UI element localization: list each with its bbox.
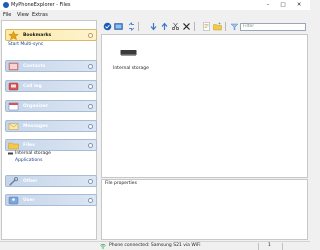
rename-icon[interactable] <box>202 22 211 31</box>
toolbar: Filter <box>100 20 308 33</box>
status-separator <box>258 243 259 250</box>
app-icon <box>3 2 9 8</box>
download-icon[interactable] <box>149 22 158 31</box>
sidebar-group-organizer[interactable]: Organizer <box>5 100 97 112</box>
phone-icon <box>8 82 19 91</box>
sidebar-group-bookmarks[interactable]: Bookmarks <box>5 29 97 41</box>
folder-icon <box>8 142 19 150</box>
sidebar-group-label: Files <box>23 143 35 148</box>
status-separator <box>282 243 283 250</box>
toolbar-separator <box>138 22 139 31</box>
sidebar-group-call-log[interactable]: Call log <box>5 80 97 92</box>
refresh-icon[interactable] <box>114 22 123 31</box>
toolbar-separator <box>225 22 226 31</box>
sidebar-group-label: User <box>23 198 35 203</box>
organizer-icon <box>8 102 19 111</box>
sidebar-group-label: Call log <box>23 84 42 89</box>
sidebar-group-label: Contacts <box>23 64 46 69</box>
toolbar-separator <box>194 22 195 31</box>
maximize-button[interactable]: □ <box>277 1 289 9</box>
delete-icon[interactable] <box>182 22 191 31</box>
collapse-icon[interactable] <box>88 33 93 38</box>
new-folder-icon[interactable] <box>213 22 222 31</box>
drive-icon <box>8 152 13 155</box>
menu-extras[interactable]: Extras <box>32 12 48 18</box>
expand-icon[interactable] <box>88 64 93 69</box>
view-mode-icon[interactable] <box>127 22 136 31</box>
sidebar-group-files[interactable]: Files <box>5 139 97 151</box>
expand-icon[interactable] <box>88 104 93 109</box>
user-icon <box>8 196 19 205</box>
expand-icon[interactable] <box>88 179 93 184</box>
close-button[interactable]: ✕ <box>293 1 305 9</box>
search-icon[interactable] <box>230 22 239 31</box>
sidebar-item-internal-storage[interactable]: Internal storage <box>15 151 51 156</box>
title-bar: MyPhoneExplorer - Files – □ ✕ <box>0 0 310 10</box>
sidebar-group-label: Organizer <box>23 104 48 109</box>
panel-title: File properties <box>105 181 137 186</box>
minimize-button[interactable]: – <box>262 1 274 9</box>
sidebar-group-user[interactable]: User <box>5 194 97 206</box>
sidebar-group-label: Messages <box>23 124 48 129</box>
collapse-icon[interactable] <box>88 143 93 148</box>
sidebar-group-other[interactable]: Other <box>5 175 97 187</box>
sidebar-item-applications[interactable]: Applications <box>15 158 43 163</box>
item-label-internal-storage[interactable]: Internal storage <box>113 66 149 71</box>
expand-icon[interactable] <box>88 198 93 203</box>
wrench-icon <box>9 177 19 186</box>
upload-icon[interactable] <box>160 22 169 31</box>
connection-status: Phone connected: Samsung S21 via WiFi <box>109 243 201 248</box>
sidebar-group-contacts[interactable]: Contacts <box>5 60 97 72</box>
wifi-icon <box>100 243 106 249</box>
status-bar: Phone connected: Samsung S21 via WiFi 1 <box>0 241 310 250</box>
file-properties-panel: File properties <box>101 179 308 240</box>
menu-bar: File View Extras <box>0 11 310 19</box>
filter-input[interactable]: Filter <box>240 23 306 31</box>
sidebar-group-messages[interactable]: Messages <box>5 120 97 132</box>
sidebar-group-label: Other <box>23 179 38 184</box>
cut-icon[interactable] <box>171 22 180 31</box>
connect-icon[interactable] <box>103 22 112 31</box>
star-icon <box>8 31 19 40</box>
menu-file[interactable]: File <box>3 12 11 18</box>
contacts-book-icon <box>8 62 19 71</box>
menu-view[interactable]: View <box>17 12 29 18</box>
item-count: 1 <box>268 243 271 248</box>
sidebar: Bookmarks Start Multi-sync Contacts Call… <box>1 20 97 240</box>
drive-icon[interactable] <box>120 49 137 57</box>
sidebar-group-label: Bookmarks <box>23 33 52 38</box>
expand-icon[interactable] <box>88 84 93 89</box>
expand-icon[interactable] <box>88 124 93 129</box>
envelope-icon <box>8 123 19 130</box>
file-browser-pane[interactable]: Internal storage <box>101 34 308 178</box>
sidebar-item-start-multi-sync[interactable]: Start Multi-sync <box>8 42 43 47</box>
window-title: MyPhoneExplorer - Files <box>11 2 71 8</box>
